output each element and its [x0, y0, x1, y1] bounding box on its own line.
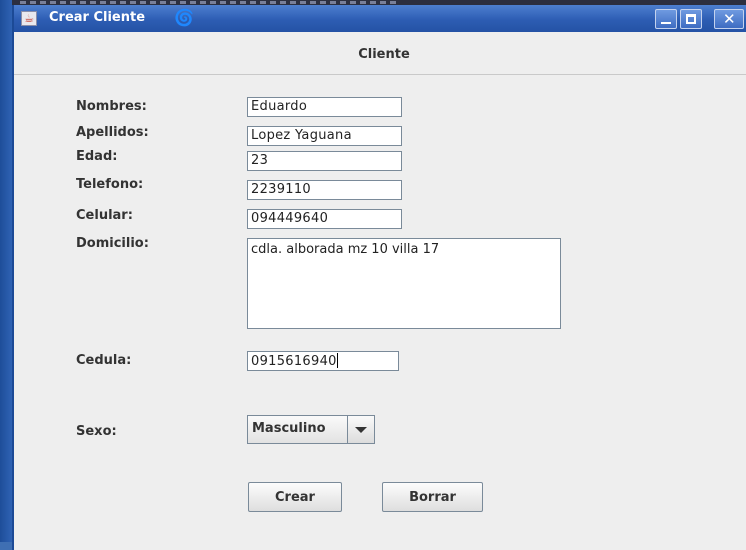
- minimize-button[interactable]: [655, 9, 677, 29]
- crear-button[interactable]: Crear: [248, 482, 342, 512]
- title-bar[interactable]: ☕ Crear Cliente 🌀 ✕: [14, 5, 746, 32]
- apellidos-label: Apellidos:: [76, 125, 149, 140]
- cedula-label: Cedula:: [76, 353, 132, 368]
- sexo-label: Sexo:: [76, 424, 117, 439]
- sexo-select[interactable]: Masculino: [247, 415, 375, 444]
- cedula-field[interactable]: 0915616940: [247, 351, 399, 371]
- desktop-background: [0, 0, 12, 542]
- text-caret: [336, 353, 338, 368]
- borrar-button[interactable]: Borrar: [382, 482, 483, 512]
- celular-field[interactable]: 094449640: [247, 209, 402, 229]
- chevron-down-icon[interactable]: [347, 416, 374, 443]
- crear-cliente-window: ☕ Crear Cliente 🌀 ✕ Cliente Nombres: Edu…: [12, 5, 746, 550]
- apellidos-field[interactable]: Lopez Yaguana: [247, 126, 402, 146]
- edad-label: Edad:: [76, 149, 118, 164]
- java-cup-icon: ☕: [21, 11, 37, 26]
- nombres-label: Nombres:: [76, 99, 147, 114]
- page-title: Cliente: [358, 47, 410, 62]
- nombres-field[interactable]: Eduardo: [247, 97, 402, 117]
- telefono-label: Telefono:: [76, 177, 144, 192]
- telefono-field[interactable]: 2239110: [247, 180, 402, 200]
- window-title: Crear Cliente: [49, 10, 146, 25]
- domicilio-textarea[interactable]: cdla. alborada mz 10 villa 17: [247, 238, 561, 329]
- desktop-panel-text: [20, 1, 400, 4]
- sexo-selected-value: Masculino: [252, 421, 326, 436]
- close-button[interactable]: ✕: [714, 9, 744, 29]
- form-header: Cliente: [14, 32, 746, 75]
- domicilio-label: Domicilio:: [76, 236, 149, 251]
- celular-label: Celular:: [76, 208, 133, 223]
- swirl-icon: 🌀: [174, 8, 194, 27]
- cedula-value: 0915616940: [251, 354, 337, 369]
- maximize-button[interactable]: [680, 9, 702, 29]
- close-icon: ✕: [723, 10, 736, 28]
- edad-field[interactable]: 23: [247, 151, 402, 171]
